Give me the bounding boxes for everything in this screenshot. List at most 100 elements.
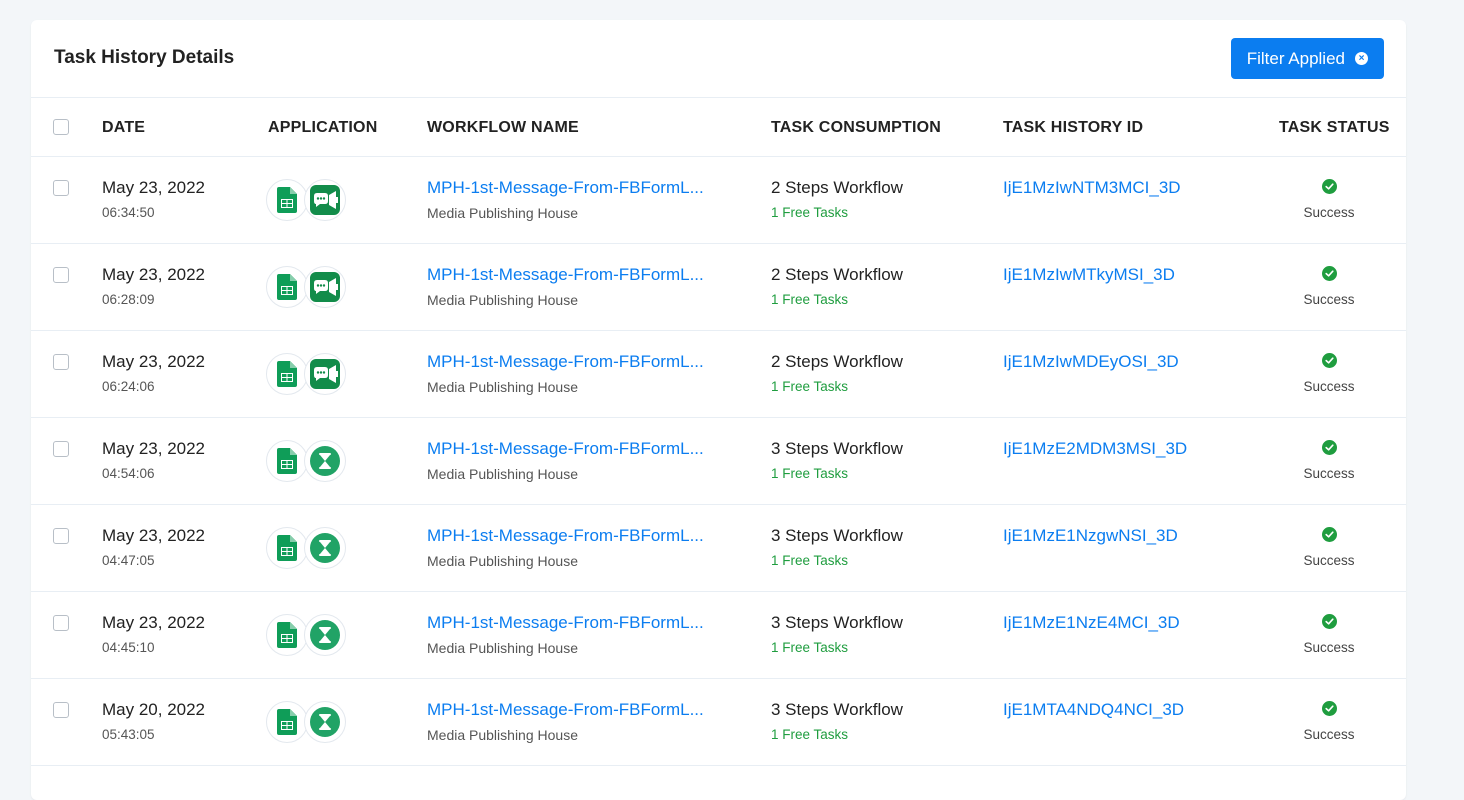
facebook-lead-ads-icon-graphic bbox=[310, 272, 340, 302]
workflow-name-link[interactable]: MPH-1st-Message-From-FBFormL... bbox=[427, 352, 704, 372]
organization-name: Media Publishing House bbox=[427, 727, 578, 743]
filter-applied-button[interactable]: Filter Applied × bbox=[1230, 38, 1384, 79]
task-time: 04:47:05 bbox=[102, 553, 155, 568]
workflow-name-link[interactable]: MPH-1st-Message-From-FBFormL... bbox=[427, 178, 704, 198]
task-status: Success bbox=[1293, 440, 1365, 481]
row-checkbox[interactable] bbox=[53, 702, 69, 718]
column-header-task-consumption[interactable]: TASK CONSUMPTION bbox=[771, 119, 941, 137]
row-checkbox[interactable] bbox=[53, 180, 69, 196]
task-status: Success bbox=[1293, 266, 1365, 307]
free-tasks: 1 Free Tasks bbox=[771, 379, 849, 394]
table-row: May 23, 2022 04:45:10 MPH-1st-Message-From… bbox=[31, 592, 1406, 679]
facebook-lead-ads-icon bbox=[304, 266, 346, 308]
column-header-task-history-id[interactable]: TASK HISTORY ID bbox=[1003, 119, 1143, 137]
google-sheets-icon-graphic bbox=[277, 709, 297, 735]
success-check-icon bbox=[1321, 179, 1337, 194]
task-history-id-link[interactable]: IjE1MzIwMTkyMSI_3D bbox=[1003, 265, 1175, 285]
status-label: Success bbox=[1303, 205, 1355, 220]
success-check-icon bbox=[1321, 614, 1337, 629]
task-date: May 23, 2022 bbox=[102, 613, 206, 632]
task-status: Success bbox=[1293, 353, 1365, 394]
task-status: Success bbox=[1293, 527, 1365, 568]
filter-button-label: Filter Applied bbox=[1246, 48, 1345, 68]
workflow-name-link[interactable]: MPH-1st-Message-From-FBFormL... bbox=[427, 265, 704, 285]
success-check-icon bbox=[1321, 353, 1337, 368]
delay-hourglass-icon-graphic bbox=[310, 533, 340, 563]
organization-name: Media Publishing House bbox=[427, 379, 578, 395]
table-row: May 23, 2022 04:54:06 MPH-1st-Message-From… bbox=[31, 418, 1406, 505]
facebook-lead-ads-icon bbox=[304, 179, 346, 221]
google-sheets-icon bbox=[266, 353, 308, 395]
row-checkbox[interactable] bbox=[53, 528, 69, 544]
workflow-name-link[interactable]: MPH-1st-Message-From-FBFormL... bbox=[427, 700, 704, 720]
workflow-name-link[interactable]: MPH-1st-Message-From-FBFormL... bbox=[427, 613, 704, 633]
table-body: May 23, 2022 06:34:50 MPH-1st-Message-From… bbox=[31, 157, 1406, 766]
row-checkbox[interactable] bbox=[53, 354, 69, 370]
task-status: Success bbox=[1293, 614, 1365, 655]
status-label: Success bbox=[1303, 379, 1355, 394]
workflow-steps: 3 Steps Workflow bbox=[771, 526, 903, 545]
table-row: May 23, 2022 06:34:50 MPH-1st-Message-From… bbox=[31, 157, 1406, 244]
column-header-workflow-name[interactable]: WORKFLOW NAME bbox=[427, 119, 579, 137]
success-check-icon bbox=[1321, 701, 1337, 716]
organization-name: Media Publishing House bbox=[427, 640, 578, 656]
select-all-checkbox[interactable] bbox=[53, 119, 69, 135]
task-history-id-link[interactable]: IjE1MzE1NzE4MCI_3D bbox=[1003, 613, 1180, 633]
table-row: May 20, 2022 05:43:05 MPH-1st-Message-From… bbox=[31, 679, 1406, 766]
column-header-application[interactable]: APPLICATION bbox=[268, 119, 377, 137]
workflow-steps: 3 Steps Workflow bbox=[771, 613, 903, 632]
success-check-icon bbox=[1321, 527, 1337, 542]
delay-hourglass-icon bbox=[304, 527, 346, 569]
organization-name: Media Publishing House bbox=[427, 553, 578, 569]
delay-hourglass-icon-graphic bbox=[310, 707, 340, 737]
table-row: May 23, 2022 06:28:09 MPH-1st-Message-From… bbox=[31, 244, 1406, 331]
clear-filter-icon[interactable]: × bbox=[1355, 52, 1368, 65]
task-history-id-link[interactable]: IjE1MzIwMDEyOSI_3D bbox=[1003, 352, 1179, 372]
google-sheets-icon-graphic bbox=[277, 274, 297, 300]
delay-hourglass-icon-graphic bbox=[310, 620, 340, 650]
task-time: 04:45:10 bbox=[102, 640, 155, 655]
task-time: 04:54:06 bbox=[102, 466, 155, 481]
application-icons bbox=[266, 440, 346, 482]
task-date: May 23, 2022 bbox=[102, 352, 206, 371]
workflow-steps: 3 Steps Workflow bbox=[771, 439, 903, 458]
task-date: May 23, 2022 bbox=[102, 439, 206, 458]
free-tasks: 1 Free Tasks bbox=[771, 292, 849, 307]
workflow-name-link[interactable]: MPH-1st-Message-From-FBFormL... bbox=[427, 439, 704, 459]
organization-name: Media Publishing House bbox=[427, 466, 578, 482]
delay-hourglass-icon bbox=[304, 614, 346, 656]
free-tasks: 1 Free Tasks bbox=[771, 205, 849, 220]
status-label: Success bbox=[1303, 553, 1355, 568]
workflow-steps: 2 Steps Workflow bbox=[771, 265, 903, 284]
delay-hourglass-icon bbox=[304, 701, 346, 743]
free-tasks: 1 Free Tasks bbox=[771, 466, 849, 481]
task-history-id-link[interactable]: IjE1MzIwNTM3MCI_3D bbox=[1003, 178, 1181, 198]
application-icons bbox=[266, 614, 346, 656]
delay-hourglass-icon-graphic bbox=[310, 446, 340, 476]
row-checkbox[interactable] bbox=[53, 441, 69, 457]
column-header-task-status[interactable]: TASK STATUS bbox=[1279, 119, 1390, 137]
task-date: May 20, 2022 bbox=[102, 700, 206, 719]
task-history-id-link[interactable]: IjE1MTA4NDQ4NCI_3D bbox=[1003, 700, 1184, 720]
column-header-date[interactable]: DATE bbox=[102, 119, 145, 137]
application-icons bbox=[266, 179, 346, 221]
task-history-id-link[interactable]: IjE1MzE1NzgwNSI_3D bbox=[1003, 526, 1178, 546]
application-icons bbox=[266, 527, 346, 569]
row-checkbox[interactable] bbox=[53, 267, 69, 283]
status-label: Success bbox=[1303, 292, 1355, 307]
application-icons bbox=[266, 701, 346, 743]
table-row: May 23, 2022 04:47:05 MPH-1st-Message-From… bbox=[31, 505, 1406, 592]
workflow-steps: 2 Steps Workflow bbox=[771, 352, 903, 371]
status-label: Success bbox=[1303, 727, 1355, 742]
google-sheets-icon bbox=[266, 701, 308, 743]
google-sheets-icon bbox=[266, 266, 308, 308]
row-checkbox[interactable] bbox=[53, 615, 69, 631]
task-history-id-link[interactable]: IjE1MzE2MDM3MSI_3D bbox=[1003, 439, 1187, 459]
workflow-steps: 3 Steps Workflow bbox=[771, 700, 903, 719]
task-date: May 23, 2022 bbox=[102, 526, 206, 545]
organization-name: Media Publishing House bbox=[427, 292, 578, 308]
facebook-lead-ads-icon-graphic bbox=[310, 185, 340, 215]
task-status: Success bbox=[1293, 701, 1365, 742]
task-date: May 23, 2022 bbox=[102, 178, 206, 197]
workflow-name-link[interactable]: MPH-1st-Message-From-FBFormL... bbox=[427, 526, 704, 546]
